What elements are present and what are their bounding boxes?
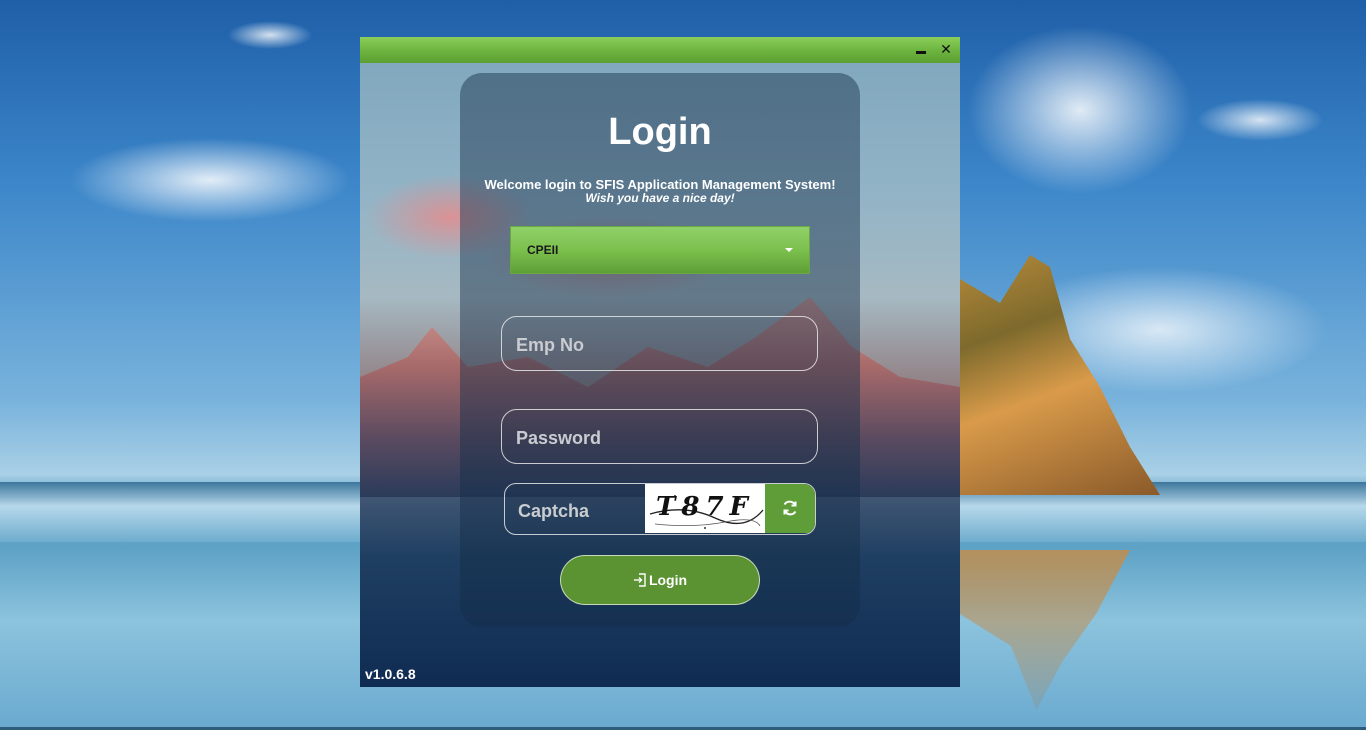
minimize-button[interactable] — [912, 41, 930, 59]
password-field[interactable] — [501, 409, 818, 464]
password-input[interactable] — [514, 426, 798, 450]
emp-no-field[interactable] — [501, 316, 818, 371]
captcha-image-text: T87F — [656, 492, 754, 522]
login-window: ✕ Login Welcome login to SFIS Applicatio… — [360, 37, 960, 687]
captcha-refresh-button[interactable] — [765, 484, 815, 533]
wallpaper-cliff-reflection — [960, 550, 1130, 710]
refresh-icon — [783, 500, 797, 516]
site-select[interactable]: CPEII — [510, 226, 810, 274]
captcha-input[interactable] — [516, 499, 648, 523]
wish-text: Wish you have a nice day! — [585, 191, 735, 205]
login-button-label: Login — [648, 572, 688, 588]
close-button[interactable]: ✕ — [937, 41, 955, 59]
sign-in-icon — [633, 573, 646, 587]
version-label: v1.0.6.8 — [365, 666, 416, 682]
wallpaper-cliff — [960, 255, 1160, 495]
login-panel: Login Welcome login to SFIS Application … — [460, 73, 860, 627]
captcha-field[interactable]: T87F — [504, 483, 816, 535]
page-title: Login — [608, 111, 712, 153]
emp-no-input[interactable] — [514, 333, 798, 357]
window-titlebar[interactable]: ✕ — [360, 37, 960, 63]
site-select-value: CPEII — [527, 243, 559, 257]
login-button[interactable]: Login — [560, 555, 760, 605]
captcha-image: T87F — [645, 484, 765, 533]
welcome-text: Welcome login to SFIS Application Manage… — [484, 177, 836, 192]
chevron-down-icon — [785, 248, 793, 252]
